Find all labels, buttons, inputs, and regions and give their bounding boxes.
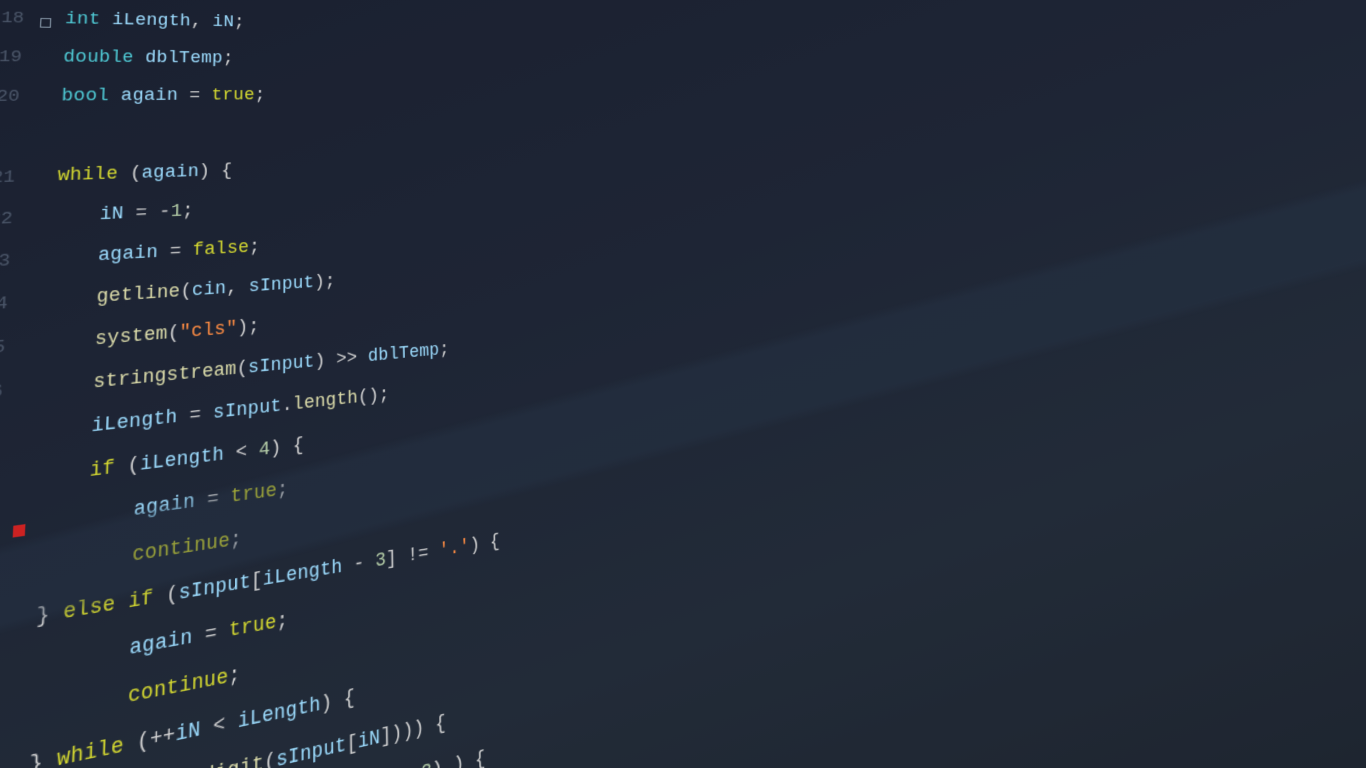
line-number: 20 <box>0 78 34 118</box>
gutter <box>2 673 24 677</box>
gutter <box>0 723 21 727</box>
gutter <box>22 306 43 307</box>
code-text: while (again) { <box>48 152 233 197</box>
line-number: 524 <box>0 282 23 330</box>
fold-marker[interactable] <box>40 18 51 28</box>
line-number: 21 <box>0 158 30 201</box>
line-number: 22 <box>0 199 27 244</box>
gutter <box>26 222 46 223</box>
line-number: 19 <box>0 38 36 78</box>
gutter <box>24 263 45 264</box>
gutter <box>7 576 29 579</box>
code-text: bool again = true; <box>52 77 266 116</box>
gutter <box>14 437 35 439</box>
code-text: int iLength, iN; <box>56 0 245 41</box>
breakpoint-marker[interactable] <box>13 524 26 537</box>
gutter <box>12 483 34 486</box>
code-editor: 17 string sInput; 18 int iLength, iN; 19… <box>0 0 1366 768</box>
line-number: 23 <box>0 240 25 286</box>
code-container: 17 string sInput; 18 int iLength, iN; 19… <box>0 0 828 768</box>
gutter <box>28 181 48 182</box>
gutter <box>4 624 26 628</box>
code-text: double dblTemp; <box>54 38 234 77</box>
code-text <box>50 116 73 156</box>
line-number: 18 <box>0 0 38 39</box>
gutter <box>17 393 38 395</box>
line-number: 525 <box>0 325 21 375</box>
line-number <box>0 141 31 142</box>
gutter <box>19 349 40 351</box>
gutter <box>9 529 31 532</box>
